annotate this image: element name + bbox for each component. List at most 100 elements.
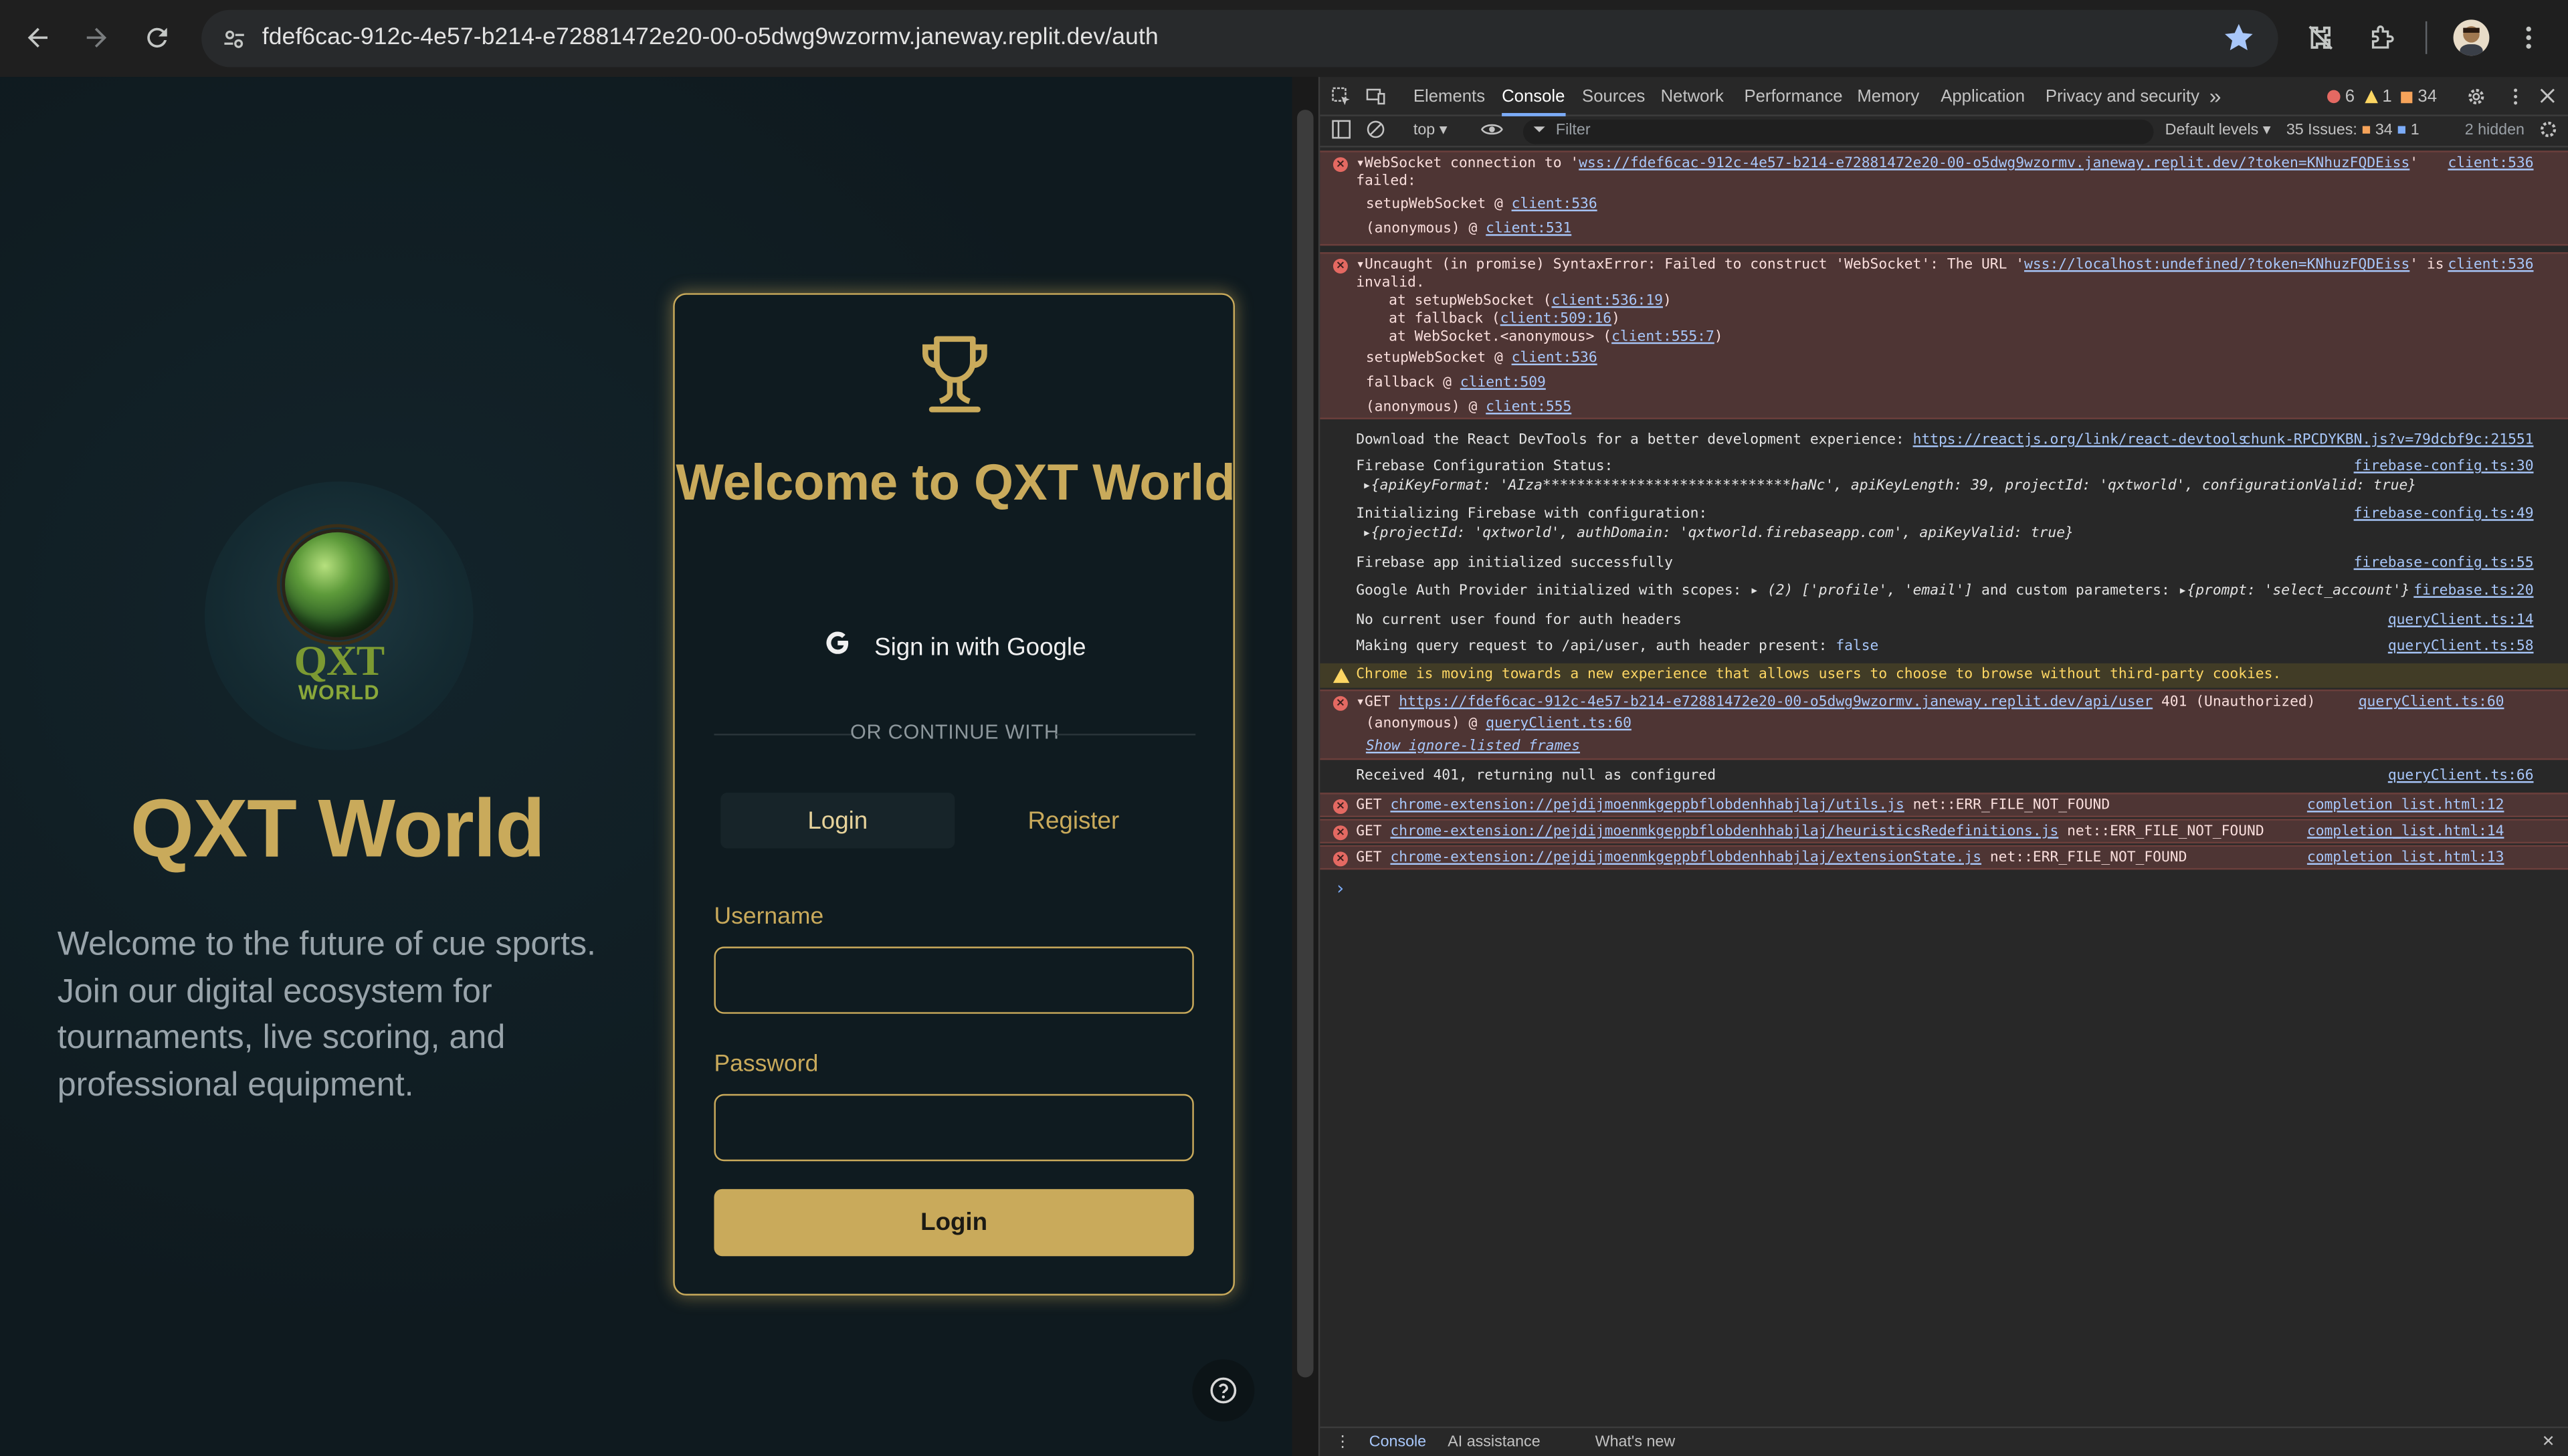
- extension-url-link[interactable]: chrome-extension://pejdijmoenmkgeppbflob…: [1390, 850, 1981, 866]
- site-info-icon[interactable]: [218, 23, 251, 56]
- forward-icon[interactable]: [79, 19, 115, 56]
- page-scrollbar[interactable]: [1292, 77, 1318, 1456]
- websocket-url-link[interactable]: wss://localhost:undefined/?token=KNhuzFQ…: [2024, 257, 2409, 273]
- source-link[interactable]: client:531: [1486, 221, 1571, 237]
- console-settings-icon[interactable]: [2539, 120, 2558, 144]
- url-text[interactable]: fdef6cac-912c-4e57-b214-e72881472e20-00-…: [262, 25, 1159, 51]
- sidebar-toggle-icon[interactable]: [1331, 120, 1351, 144]
- menu-kebab-icon[interactable]: [2510, 19, 2547, 56]
- message-source-link[interactable]: firebase.ts:20: [2413, 583, 2533, 599]
- console-prompt[interactable]: ›: [1335, 878, 1345, 900]
- message-source-link[interactable]: firebase-config.ts:55: [2354, 555, 2534, 571]
- message-source-link[interactable]: firebase-config.ts:49: [2354, 506, 2534, 522]
- source-link[interactable]: client:536: [1512, 197, 1597, 213]
- source-link[interactable]: client:555: [1486, 400, 1571, 416]
- password-field[interactable]: [714, 1094, 1194, 1162]
- error-icon: [2327, 90, 2341, 104]
- stack-frame: (anonymous) @ queryClient.ts:60: [1365, 716, 1632, 732]
- tab-console[interactable]: Console: [1502, 77, 1565, 116]
- websocket-url-link[interactable]: wss://fdef6cac-912c-4e57-b214-e72881472e…: [1579, 156, 2409, 172]
- hero-title: QXT World: [130, 783, 545, 875]
- tab-privacy-security[interactable]: Privacy and security: [2046, 77, 2199, 116]
- extension-blocked-icon[interactable]: [2302, 19, 2339, 56]
- address-bar[interactable]: fdef6cac-912c-4e57-b214-e72881472e20-00-…: [201, 9, 2278, 68]
- source-link[interactable]: client:509: [1460, 375, 1546, 391]
- devtools-panel: Elements Console Sources Network Perform…: [1318, 77, 2568, 1456]
- source-link[interactable]: client:509:16: [1500, 311, 1611, 327]
- message-source-link[interactable]: chunk-RPCDYKBN.js?v=79dcbf9c:21551: [2242, 432, 2533, 448]
- console-log-react: Download the React DevTools for a better…: [1356, 432, 2534, 449]
- tab-register[interactable]: Register: [957, 793, 1191, 848]
- message-source-link[interactable]: client:536: [2448, 156, 2533, 172]
- extensions-puzzle-icon[interactable]: [2365, 19, 2401, 56]
- console-error-websocket: × ▾WebSocket connection to 'wss://fdef6c…: [1320, 150, 2568, 246]
- tab-application[interactable]: Application: [1941, 77, 2025, 116]
- username-field[interactable]: [714, 946, 1194, 1014]
- message-source-link[interactable]: completion_list.html:12: [2307, 798, 2504, 814]
- message-source-link[interactable]: queryClient.ts:58: [2388, 639, 2534, 655]
- expandable-object[interactable]: ▸{apiKeyFormat: 'AIza*******************…: [1363, 478, 2416, 494]
- filter-icon: ⏷: [1533, 121, 1546, 140]
- error-icon: ×: [1332, 851, 1348, 867]
- context-selector[interactable]: top ▾: [1413, 121, 1448, 139]
- source-link[interactable]: client:536:19: [1551, 293, 1662, 309]
- live-expression-eye-icon[interactable]: [1480, 120, 1503, 144]
- bookmark-star-icon[interactable]: [2222, 21, 2255, 54]
- message-source-link[interactable]: completion_list.html:14: [2307, 824, 2504, 840]
- drawer-tab-console[interactable]: Console: [1369, 1433, 1426, 1451]
- inspect-icon[interactable]: [1331, 77, 1351, 116]
- react-devtools-link[interactable]: https://reactjs.org/link/react-devtools: [1913, 432, 2247, 448]
- tab-elements[interactable]: Elements: [1413, 77, 1485, 116]
- issues-summary[interactable]: 35 Issues: ■ 34 ■ 1: [2286, 121, 2419, 139]
- message-source-link[interactable]: client:536: [2448, 257, 2533, 273]
- close-devtools-icon[interactable]: [2539, 77, 2557, 116]
- drawer-tab-ai-assistance[interactable]: AI assistance: [1448, 1433, 1540, 1451]
- log-levels-dropdown[interactable]: Default levels ▾: [2165, 121, 2271, 139]
- tab-network[interactable]: Network: [1661, 77, 1724, 116]
- console-log-firebase-init: Initializing Firebase with configuration…: [1356, 506, 2534, 542]
- settings-gear-icon[interactable]: [2466, 77, 2486, 116]
- google-signin-button[interactable]: Sign in with Google: [714, 613, 1195, 682]
- source-link[interactable]: client:536: [1512, 350, 1597, 367]
- tab-memory[interactable]: Memory: [1857, 77, 1919, 116]
- expandable-object[interactable]: ▸ (2) ['profile', 'email']: [1750, 583, 1973, 599]
- error-icon: ×: [1332, 696, 1348, 711]
- tab-sources[interactable]: Sources: [1582, 77, 1645, 116]
- request-url-link[interactable]: https://fdef6cac-912c-4e57-b214-e7288147…: [1399, 694, 2153, 710]
- filter-input[interactable]: ⏷ Filter: [1522, 119, 2154, 144]
- login-submit-button[interactable]: Login: [714, 1188, 1194, 1257]
- back-icon[interactable]: [19, 19, 56, 56]
- message-source-link[interactable]: completion_list.html:13: [2307, 850, 2504, 866]
- toolbar-divider: [2425, 21, 2428, 54]
- drawer-tab-whats-new[interactable]: What's new: [1595, 1433, 1676, 1451]
- source-link[interactable]: client:555:7: [1611, 329, 1714, 345]
- extension-url-link[interactable]: chrome-extension://pejdijmoenmkgeppbflob…: [1390, 798, 1904, 814]
- close-drawer-icon[interactable]: ✕: [2542, 1433, 2555, 1451]
- source-link[interactable]: queryClient.ts:60: [1486, 716, 1632, 732]
- more-tabs-icon[interactable]: »: [2209, 77, 2221, 116]
- message-source-link[interactable]: firebase-config.ts:30: [2354, 459, 2534, 475]
- help-button[interactable]: [1192, 1359, 1255, 1422]
- expandable-object[interactable]: ▸{projectId: 'qxtworld', authDomain: 'qx…: [1363, 526, 2074, 542]
- issues-info-count: 1: [2410, 121, 2419, 140]
- tab-login[interactable]: Login: [720, 793, 955, 849]
- drawer-menu-icon[interactable]: ⋮: [1335, 1433, 1350, 1451]
- message-source-link[interactable]: queryClient.ts:60: [2359, 694, 2504, 710]
- error-counter[interactable]: 6 1 34: [2327, 77, 2437, 116]
- tab-performance[interactable]: Performance: [1744, 77, 1842, 116]
- device-toggle-icon[interactable]: [1366, 77, 1385, 116]
- extension-url-link[interactable]: chrome-extension://pejdijmoenmkgeppbflob…: [1390, 824, 2058, 840]
- stack-frame: setupWebSocket @ client:536: [1365, 196, 1597, 213]
- reload-icon[interactable]: [139, 19, 175, 56]
- clear-console-icon[interactable]: [1366, 120, 1385, 144]
- profile-avatar[interactable]: [2453, 19, 2490, 56]
- page-scrollbar-thumb[interactable]: [1297, 110, 1314, 1378]
- devtools-menu-icon[interactable]: [2506, 77, 2525, 116]
- show-ignore-listed-link[interactable]: Show ignore-listed frames: [1366, 738, 1580, 754]
- expandable-object[interactable]: ▸{prompt: 'select_account'}: [2179, 583, 2410, 599]
- error-icon: ×: [1332, 825, 1348, 841]
- card-title: Welcome to QXT World: [676, 453, 1236, 512]
- message-source-link[interactable]: queryClient.ts:66: [2388, 768, 2534, 784]
- message-source-link[interactable]: queryClient.ts:14: [2388, 613, 2534, 629]
- auth-card: Welcome to QXT World Sign in with Google…: [673, 293, 1236, 1296]
